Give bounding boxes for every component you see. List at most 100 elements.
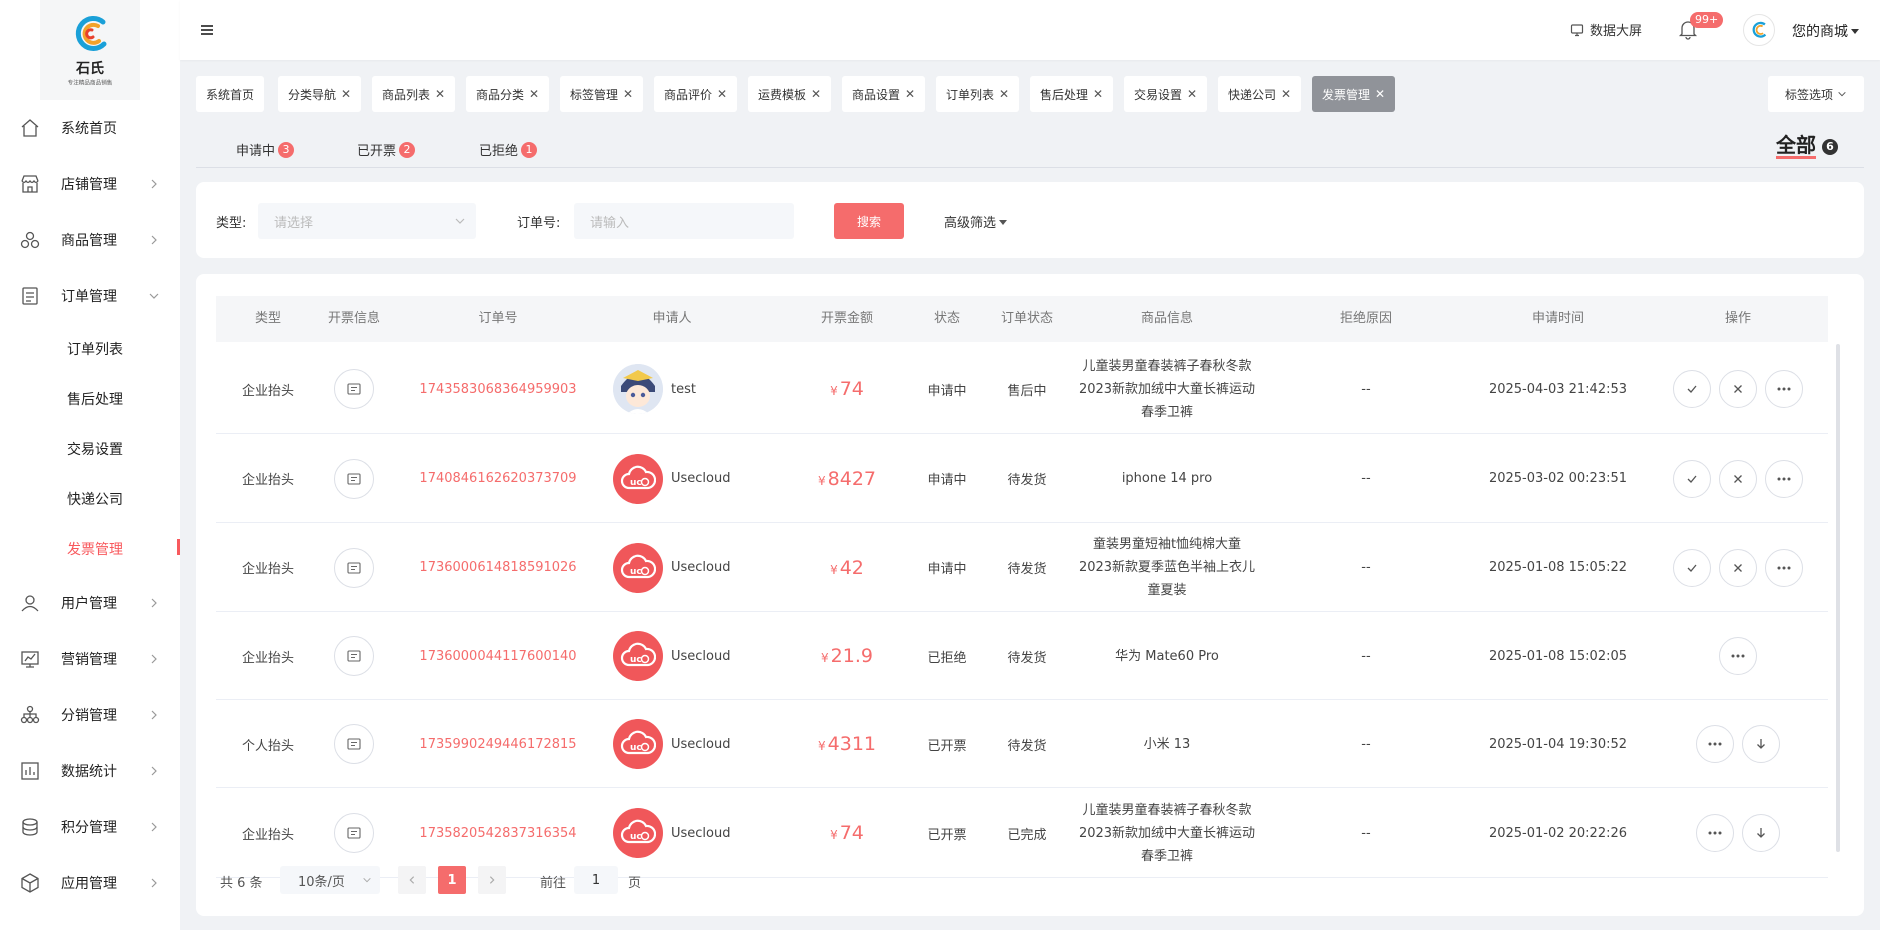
sidebar-item-order[interactable]: 订单管理 bbox=[0, 268, 180, 324]
cell-amount: ¥42 bbox=[792, 523, 902, 612]
invoice-info-button[interactable] bbox=[334, 724, 374, 764]
tag-label: 商品列表 bbox=[382, 87, 431, 102]
prev-page-button[interactable] bbox=[398, 866, 426, 894]
tag-options-dropdown[interactable]: 标签选项 bbox=[1768, 76, 1864, 112]
cell-apply-time: 2025-01-02 20:22:26 bbox=[1488, 825, 1628, 841]
close-icon[interactable]: ✕ bbox=[1281, 87, 1291, 101]
tag-goods-review[interactable]: 商品评价 ✕ bbox=[654, 76, 738, 112]
cell-order-no[interactable]: 1740846162620373709 bbox=[398, 434, 598, 523]
close-icon[interactable]: ✕ bbox=[811, 87, 821, 101]
sidebar-item-user[interactable]: 用户管理 bbox=[0, 575, 180, 631]
sidebar-item-goods[interactable]: 商品管理 bbox=[0, 212, 180, 268]
approve-button[interactable] bbox=[1673, 370, 1711, 408]
tag-home[interactable]: 系统首页 bbox=[196, 76, 265, 112]
sidebar-item-store[interactable]: 店铺管理 bbox=[0, 156, 180, 212]
cell-order-no[interactable]: 1736000044117600140 bbox=[398, 612, 598, 700]
download-button[interactable] bbox=[1742, 725, 1780, 763]
tab-applying[interactable]: 申请中 3 bbox=[236, 140, 295, 159]
user-avatar[interactable] bbox=[1743, 14, 1775, 46]
applicant-name: Usecloud bbox=[671, 648, 731, 664]
tag-after-sale[interactable]: 售后处理 ✕ bbox=[1030, 76, 1114, 112]
close-icon[interactable]: ✕ bbox=[999, 87, 1009, 101]
tab-rejected[interactable]: 已拒绝 1 bbox=[479, 140, 538, 159]
sidebar-item-stats[interactable]: 数据统计 bbox=[0, 743, 180, 799]
sidebar-item-marketing[interactable]: 营销管理 bbox=[0, 631, 180, 687]
cell-order-status: 已完成 bbox=[1007, 827, 1047, 843]
invoice-info-button[interactable] bbox=[334, 369, 374, 409]
sidebar-sub-order-list[interactable]: 订单列表 bbox=[0, 324, 180, 374]
sidebar-item-points[interactable]: 积分管理 bbox=[0, 799, 180, 855]
download-button[interactable] bbox=[1742, 814, 1780, 852]
close-icon[interactable]: ✕ bbox=[717, 87, 727, 101]
tag-shipping-template[interactable]: 运费模板 ✕ bbox=[748, 76, 832, 112]
advanced-filter-toggle[interactable]: 高级筛选 bbox=[944, 212, 1008, 231]
invoice-info-button[interactable] bbox=[334, 458, 374, 499]
sidebar-sub-after-sale[interactable]: 售后处理 bbox=[0, 374, 180, 424]
cell-applicant: uc Usecloud bbox=[613, 788, 773, 878]
sidebar-sub-invoice[interactable]: 发票管理 bbox=[0, 524, 180, 574]
tab-issued[interactable]: 已开票 2 bbox=[357, 140, 416, 159]
page-size-select[interactable]: 10条/页 bbox=[280, 866, 380, 894]
goto-page-input[interactable] bbox=[574, 866, 618, 894]
invoice-info-button[interactable] bbox=[334, 636, 374, 676]
tag-goods-category[interactable]: 商品分类 ✕ bbox=[466, 76, 550, 112]
tag-label: 商品评价 bbox=[664, 87, 713, 102]
page-number-button[interactable]: 1 bbox=[438, 866, 466, 894]
invoice-info-button[interactable] bbox=[334, 547, 374, 588]
tag-label-manage[interactable]: 标签管理 ✕ bbox=[560, 76, 644, 112]
close-icon[interactable]: ✕ bbox=[341, 87, 351, 101]
cell-order-status: 待发货 bbox=[1007, 650, 1047, 666]
next-page-button[interactable] bbox=[478, 866, 506, 894]
tag-goods-list[interactable]: 商品列表 ✕ bbox=[372, 76, 456, 112]
reject-button[interactable] bbox=[1719, 459, 1757, 498]
close-icon[interactable]: ✕ bbox=[435, 87, 445, 101]
cell-status: 已拒绝 bbox=[927, 650, 967, 666]
more-button[interactable] bbox=[1719, 637, 1757, 675]
tab-all[interactable]: 全部 6 bbox=[1776, 134, 1838, 159]
tag-order-list[interactable]: 订单列表 ✕ bbox=[936, 76, 1020, 112]
close-icon[interactable]: ✕ bbox=[1375, 87, 1385, 101]
sidebar-sub-trade-settings[interactable]: 交易设置 bbox=[0, 424, 180, 474]
close-icon[interactable]: ✕ bbox=[1093, 87, 1103, 101]
reject-button[interactable] bbox=[1719, 370, 1757, 408]
order-no-input[interactable]: 请输入 bbox=[574, 203, 794, 239]
close-icon[interactable]: ✕ bbox=[1187, 87, 1197, 101]
more-button[interactable] bbox=[1765, 459, 1803, 498]
more-button[interactable] bbox=[1765, 548, 1803, 587]
tag-invoice[interactable]: 发票管理 ✕ bbox=[1312, 76, 1396, 112]
tag-trade-settings[interactable]: 交易设置 ✕ bbox=[1124, 76, 1208, 112]
approve-button[interactable] bbox=[1673, 548, 1711, 587]
reject-button[interactable] bbox=[1719, 548, 1757, 587]
vertical-scrollbar[interactable] bbox=[1836, 344, 1840, 852]
more-button[interactable] bbox=[1696, 814, 1734, 852]
sidebar-sub-express[interactable]: 快递公司 bbox=[0, 474, 180, 524]
cell-amount: ¥74 bbox=[792, 344, 902, 434]
sidebar-item-home[interactable]: 系统首页 bbox=[0, 100, 180, 156]
cell-order-no[interactable]: 1736000614818591026 bbox=[398, 523, 598, 612]
cell-order-no[interactable]: 1735820542837316354 bbox=[398, 788, 598, 878]
search-button[interactable]: 搜索 bbox=[834, 203, 904, 239]
more-button[interactable] bbox=[1696, 725, 1734, 763]
close-icon[interactable]: ✕ bbox=[905, 87, 915, 101]
user-menu[interactable]: 您的商城 bbox=[1792, 21, 1860, 41]
app-icon bbox=[20, 873, 40, 893]
sidebar-item-distribution[interactable]: 分销管理 bbox=[0, 687, 180, 743]
invoice-info-button[interactable] bbox=[334, 813, 374, 853]
data-screen-link[interactable]: 数据大屏 bbox=[1570, 20, 1642, 39]
approve-button[interactable] bbox=[1673, 459, 1711, 498]
cell-status: 申请中 bbox=[927, 473, 967, 488]
brand-logo[interactable]: 石氏 专注精品商品销售 bbox=[40, 0, 140, 100]
cell-order-no[interactable]: 1743583068364959903 bbox=[398, 344, 598, 434]
tag-category-nav[interactable]: 分类导航 ✕ bbox=[278, 76, 362, 112]
tag-express[interactable]: 快递公司 ✕ bbox=[1218, 76, 1302, 112]
more-button[interactable] bbox=[1765, 370, 1803, 408]
menu-toggle-icon[interactable] bbox=[198, 20, 216, 40]
type-select[interactable]: 请选择 bbox=[258, 203, 476, 239]
applicant-avatar: uc bbox=[613, 542, 663, 593]
cell-reject-reason: -- bbox=[1361, 560, 1371, 575]
close-icon[interactable]: ✕ bbox=[623, 87, 633, 101]
sidebar-item-apps[interactable]: 应用管理 bbox=[0, 855, 180, 911]
cell-order-no[interactable]: 1735990249446172815 bbox=[398, 700, 598, 788]
tag-goods-settings[interactable]: 商品设置 ✕ bbox=[842, 76, 926, 112]
close-icon[interactable]: ✕ bbox=[529, 87, 539, 101]
